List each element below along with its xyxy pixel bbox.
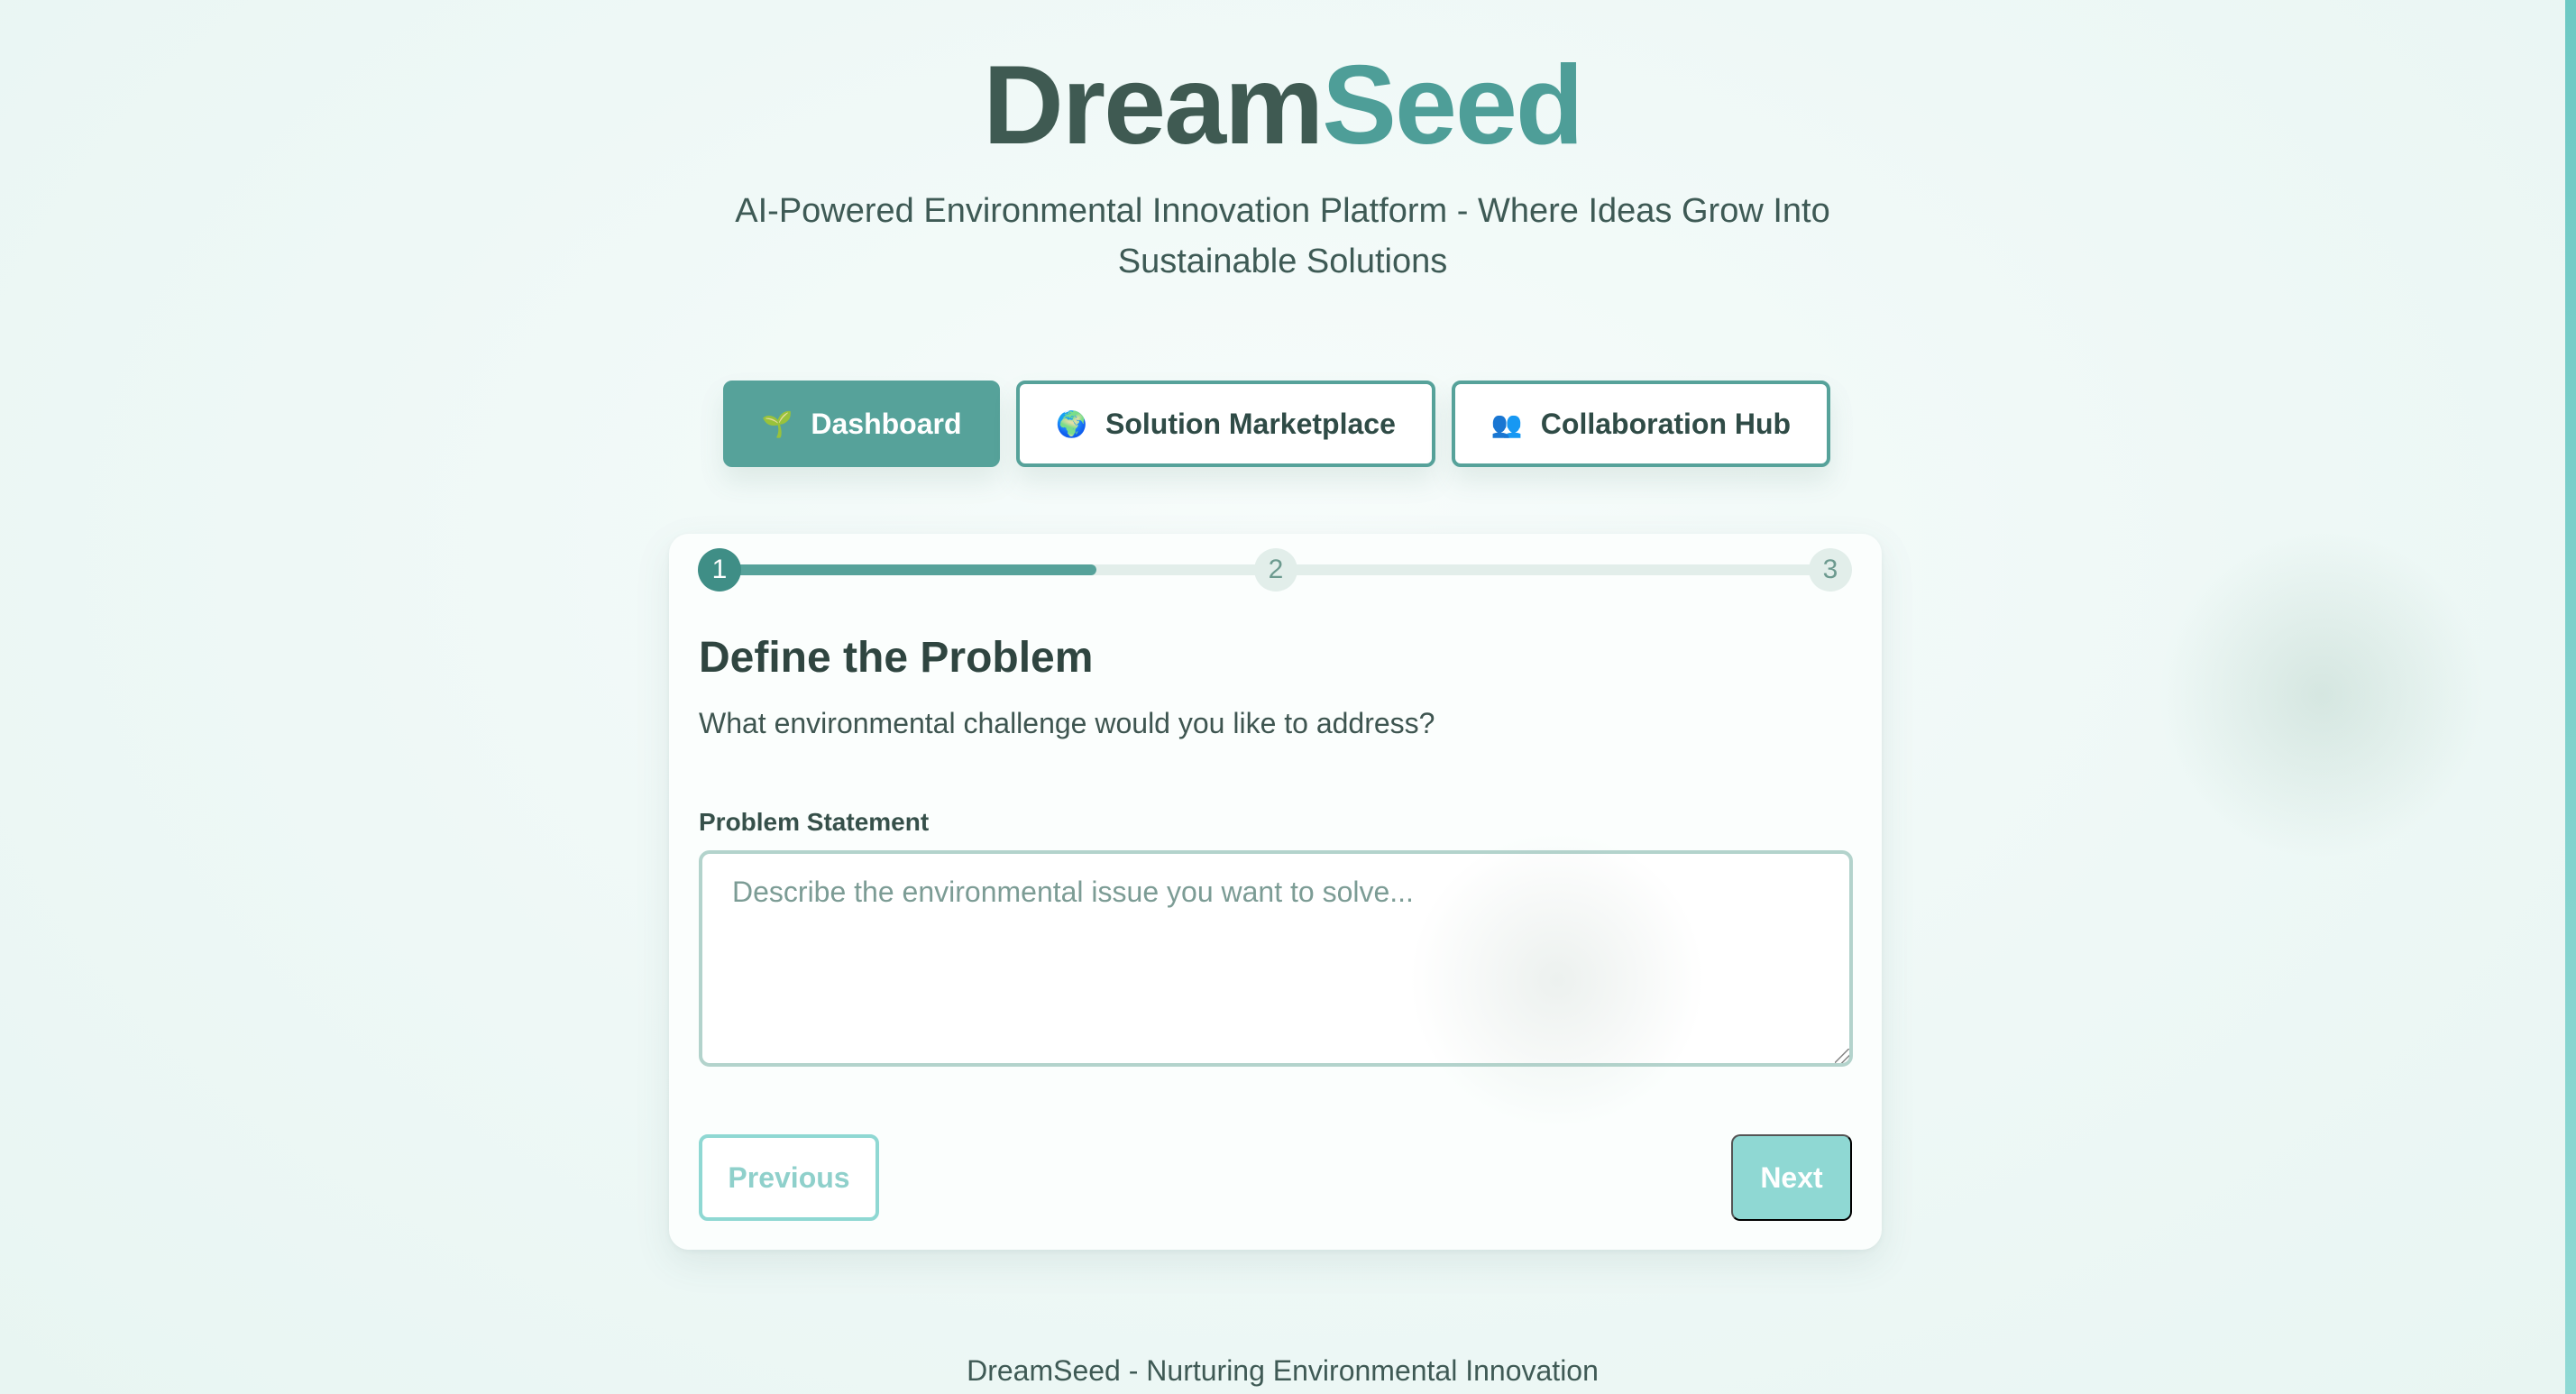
nav-solution-marketplace-label: Solution Marketplace [1105, 407, 1396, 440]
previous-button[interactable]: Previous [699, 1134, 879, 1221]
globe-icon: 🌍 [1056, 409, 1088, 438]
step-indicator-1: 1 [698, 548, 741, 592]
next-button[interactable]: Next [1731, 1134, 1852, 1221]
brand-logo-part-2: Seed [1322, 43, 1583, 168]
step-progress: 1 2 3 [698, 546, 1852, 592]
step-indicator-2: 2 [1254, 548, 1297, 592]
brand-logo: DreamSeed [0, 47, 2565, 164]
problem-statement-label: Problem Statement [699, 808, 930, 836]
background-blur-blob [2155, 532, 2489, 857]
step-indicator-3: 3 [1809, 548, 1852, 592]
footer-text: DreamSeed - Nurturing Environmental Inno… [967, 1354, 1599, 1387]
step-title: Define the Problem [699, 634, 1094, 682]
step-subtitle: What environmental challenge would you l… [699, 707, 1435, 739]
people-icon: 👥 [1490, 409, 1523, 438]
progress-fill [716, 564, 1096, 575]
nav-dashboard-label: Dashboard [811, 407, 962, 440]
nav-solution-marketplace-button[interactable]: 🌍 Solution Marketplace [1016, 381, 1435, 467]
scrollbar-track[interactable] [2565, 0, 2576, 1394]
nav-dashboard-button[interactable]: 🌱 Dashboard [723, 381, 1000, 467]
nav-collaboration-hub-label: Collaboration Hub [1540, 407, 1792, 440]
brand-logo-part-1: Dream [983, 43, 1324, 168]
resize-grip-icon[interactable] [1835, 1049, 1849, 1063]
nav-collaboration-hub-button[interactable]: 👥 Collaboration Hub [1452, 381, 1830, 467]
seedling-icon: 🌱 [761, 409, 793, 438]
main-nav: 🌱 Dashboard 🌍 Solution Marketplace 👥 Col… [723, 381, 1830, 467]
problem-statement-input[interactable] [699, 850, 1853, 1067]
tagline: AI-Powered Environmental Innovation Plat… [735, 192, 1830, 280]
wizard-card: 1 2 3 Define the Problem What environmen… [669, 534, 1882, 1250]
